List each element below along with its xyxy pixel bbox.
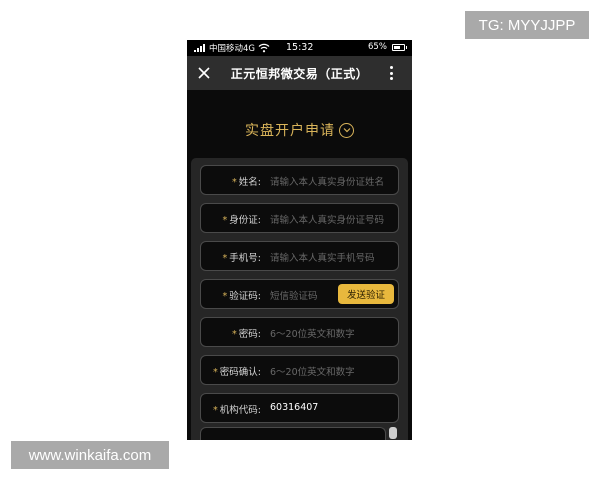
password-input[interactable]: 6～20位英文和数字 [270,326,355,340]
watermark-telegram: TG: MYYJJPP [465,11,589,39]
id-card-label-text: 身份证: [229,215,261,226]
verification-code-field[interactable]: * 验证码: 短信验证码 发送验证 [200,279,399,309]
name-field[interactable]: * 姓名: 请输入本人真实身份证姓名 [200,165,399,195]
phone-input[interactable]: 请输入本人真实手机号码 [270,250,375,264]
section-heading-text: 实盘开户申请 [245,123,335,139]
code-label-text: 验证码: [229,291,261,302]
page-title: 正元恒邦微交易（正式） [230,67,369,81]
id-card-label: * 身份证: [223,212,261,226]
phone-label-text: 手机号: [229,253,261,264]
required-mark: * [232,329,237,340]
required-mark: * [222,253,228,264]
send-code-button[interactable]: 发送验证 [338,284,394,304]
password-label: * 密码: [232,326,261,340]
code-label: * 验证码: [223,288,261,302]
org-code-label-text: 机构代码: [219,405,261,416]
required-mark: * [222,291,228,302]
id-card-input[interactable]: 请输入本人真实身份证号码 [270,212,384,226]
password-confirm-label: * 密码确认: [213,364,261,378]
phone-field[interactable]: * 手机号: 请输入本人真实手机号码 [200,241,399,271]
required-mark: * [222,215,228,226]
name-input[interactable]: 请输入本人真实身份证姓名 [270,174,384,188]
name-label-text: 姓名: [238,177,261,188]
clock: 15:32 [286,42,314,53]
code-input[interactable]: 短信验证码 [270,288,318,302]
phone-label: * 手机号: [223,250,261,264]
password-field[interactable]: * 密码: 6～20位英文和数字 [200,317,399,347]
carrier-label: 中国移动4G [209,44,255,54]
phone-screen: 中国移动4G 15:32 65% 正元恒邦微交易（正式） 实盘开户申请 * 姓名… [187,40,412,440]
org-code-label: * 机构代码: [213,402,261,416]
next-field[interactable] [200,427,386,440]
status-bar: 中国移动4G 15:32 65% [187,40,412,56]
password-label-text: 密码: [238,329,261,340]
id-card-field[interactable]: * 身份证: 请输入本人真实身份证号码 [200,203,399,233]
required-mark: * [213,405,218,416]
org-code-input[interactable]: 60316407 [270,402,318,413]
wifi-icon [258,43,270,53]
screenshot-canvas: TG: MYYJJPP www.winkaifa.com 中国移动4G 15:3… [0,0,600,480]
section-heading[interactable]: 实盘开户申请 [187,120,412,140]
battery-percent: 65% [368,42,387,52]
name-label: * 姓名: [232,174,261,188]
signup-form: * 姓名: 请输入本人真实身份证姓名 * 身份证: 请输入本人真实身份证号码 * 手机… [191,158,408,440]
scrollbar[interactable] [389,427,397,439]
required-mark: * [213,367,218,378]
password-confirm-input[interactable]: 6～20位英文和数字 [270,364,355,378]
main-content: 实盘开户申请 * 姓名: 请输入本人真实身份证姓名 * 身份证: 请输入本人真实身份… [187,90,412,440]
signal-icon [194,44,207,52]
chevron-down-icon[interactable] [339,122,354,138]
org-code-field[interactable]: * 机构代码: 60316407 [200,393,399,423]
password-confirm-label-text: 密码确认: [219,367,261,378]
required-mark: * [232,177,237,188]
watermark-website: www.winkaifa.com [11,441,169,469]
nav-bar: 正元恒邦微交易（正式） [187,56,412,90]
more-options-icon[interactable] [384,64,398,82]
battery-icon [392,44,407,51]
password-confirm-field[interactable]: * 密码确认: 6～20位英文和数字 [200,355,399,385]
